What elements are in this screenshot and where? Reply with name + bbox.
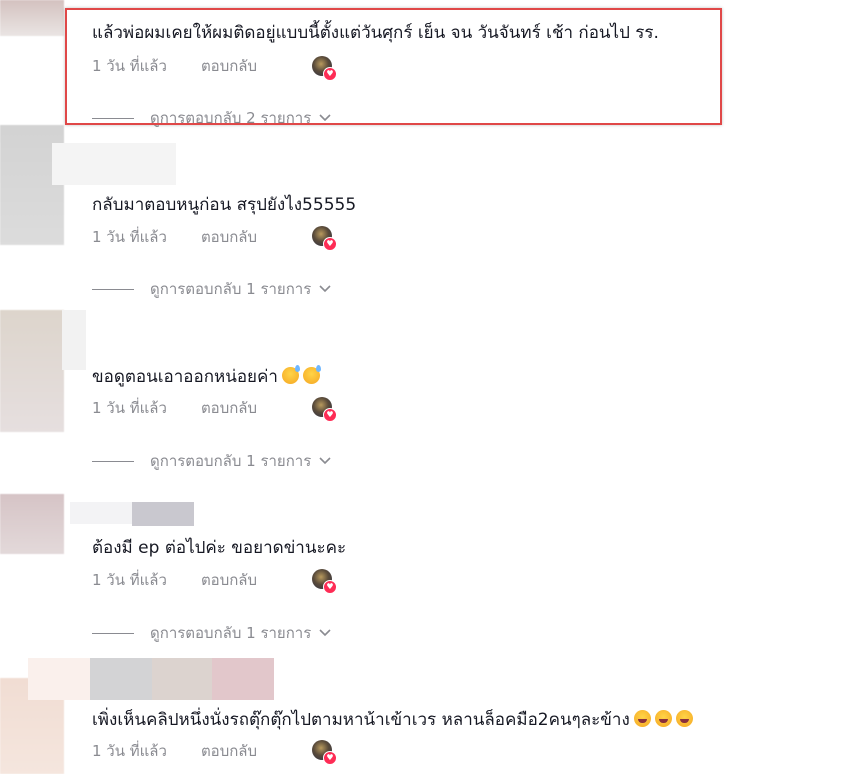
chevron-down-icon	[319, 285, 331, 293]
view-replies-label: ดูการตอบกลับ 1 รายการ	[150, 624, 312, 642]
chevron-down-icon	[319, 629, 331, 637]
sweat-smile-emoji	[302, 365, 321, 384]
reply-button[interactable]: ตอบกลับ	[201, 568, 257, 592]
reply-button[interactable]: ตอบกลับ	[201, 225, 257, 249]
comment-text: ขอดูตอนเอาออกหน่อยค่า	[92, 365, 321, 389]
comment-text: ต้องมี ep ต่อไปค่ะ ขอยาดข่านะคะ	[92, 538, 347, 558]
blurred-username	[212, 658, 274, 700]
comment-item: ขอดูตอนเอาออกหน่อยค่า 1 วัน ที่แล้ว ตอบก…	[0, 310, 847, 480]
blurred-avatar	[0, 0, 64, 36]
rofl-emoji	[675, 710, 693, 727]
comment-meta: 1 วัน ที่แล้ว ตอบกลับ	[92, 568, 257, 592]
reply-button[interactable]: ตอบกลับ	[201, 396, 257, 420]
blurred-username	[52, 143, 176, 185]
view-replies-button[interactable]: ดูการตอบกลับ 1 รายการ	[92, 277, 331, 301]
comment-time: 1 วัน ที่แล้ว	[92, 399, 167, 417]
divider	[92, 632, 134, 634]
comment-text-content: เพิ่งเห็นคลิปหนึ่งนั่งรถตุ๊กตุ๊กไปตามหาน…	[92, 710, 630, 730]
blurred-username	[62, 310, 86, 370]
rofl-emoji	[633, 710, 651, 727]
creator-liked-avatar-icon: ♥	[312, 397, 337, 422]
view-replies-label: ดูการตอบกลับ 1 รายการ	[150, 280, 312, 298]
chevron-down-icon	[319, 457, 331, 465]
reply-button[interactable]: ตอบกลับ	[201, 739, 257, 763]
comment-item: กลับมาตอบหนูก่อน สรุปยังไง55555 1 วัน ที…	[0, 125, 847, 300]
heart-icon: ♥	[323, 751, 337, 765]
view-replies-label: ดูการตอบกลับ 1 รายการ	[150, 452, 312, 470]
blurred-username	[132, 502, 194, 526]
blurred-username	[90, 658, 152, 700]
heart-icon: ♥	[323, 408, 337, 422]
divider	[92, 460, 134, 462]
heart-icon: ♥	[323, 580, 337, 594]
sweat-smile-emoji	[281, 365, 300, 384]
rofl-emoji	[654, 710, 672, 727]
blurred-username	[70, 502, 132, 524]
divider	[92, 288, 134, 290]
view-replies-button[interactable]: ดูการตอบกลับ 1 รายการ	[92, 621, 331, 645]
creator-liked-avatar-icon: ♥	[312, 740, 337, 765]
blurred-username	[28, 658, 90, 700]
comment-meta: 1 วัน ที่แล้ว ตอบกลับ	[92, 396, 257, 420]
comment-meta: 1 วัน ที่แล้ว ตอบกลับ	[92, 225, 257, 249]
heart-icon: ♥	[323, 237, 337, 251]
blurred-username	[152, 658, 212, 700]
comment-text-content: ขอดูตอนเอาออกหน่อยค่า	[92, 367, 278, 387]
comment-text: เพิ่งเห็นคลิปหนึ่งนั่งรถตุ๊กตุ๊กไปตามหาน…	[92, 708, 693, 732]
creator-liked-avatar-icon: ♥	[312, 226, 337, 251]
highlight-box	[65, 8, 722, 125]
comment-item: ต้องมี ep ต่อไปค่ะ ขอยาดข่านะคะ 1 วัน ที…	[0, 494, 847, 654]
blurred-avatar	[0, 494, 64, 554]
comment-time: 1 วัน ที่แล้ว	[92, 742, 167, 760]
comment-time: 1 วัน ที่แล้ว	[92, 228, 167, 246]
comment-meta: 1 วัน ที่แล้ว ตอบกลับ	[92, 739, 257, 763]
creator-liked-avatar-icon: ♥	[312, 569, 337, 594]
blurred-avatar	[0, 310, 64, 432]
view-replies-button[interactable]: ดูการตอบกลับ 1 รายการ	[92, 449, 331, 473]
comment-item: เพิ่งเห็นคลิปหนึ่งนั่งรถตุ๊กตุ๊กไปตามหาน…	[0, 658, 847, 774]
comment-time: 1 วัน ที่แล้ว	[92, 571, 167, 589]
comment-text: กลับมาตอบหนูก่อน สรุปยังไง55555	[92, 195, 357, 215]
